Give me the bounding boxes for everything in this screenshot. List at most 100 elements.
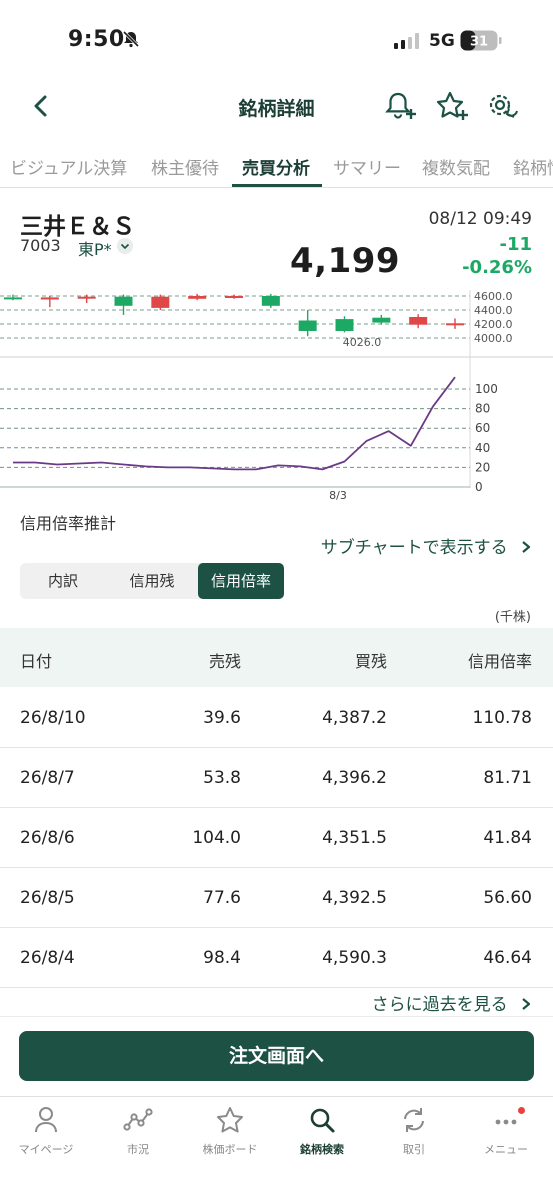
y-tick-label: 100 bbox=[475, 382, 498, 396]
star-add-icon[interactable] bbox=[435, 90, 469, 122]
tab-active-indicator bbox=[232, 184, 322, 187]
tab-trading-analysis[interactable]: 売買分析 bbox=[242, 154, 310, 179]
candle-body bbox=[114, 296, 133, 306]
cell-buy: 4,590.3 bbox=[322, 948, 387, 968]
cell-date: 26/8/4 bbox=[20, 948, 75, 968]
see-more-label: さらに過去を見る bbox=[371, 995, 508, 1015]
tab-stock-info[interactable]: 銘柄情 bbox=[513, 154, 553, 179]
more-icon bbox=[495, 1119, 517, 1125]
nav-trade[interactable]: 取引 bbox=[368, 1105, 460, 1157]
nav-stock-board[interactable]: 株価ボード bbox=[184, 1105, 276, 1157]
tab-multiple-quotes[interactable]: 複数気配 bbox=[422, 154, 490, 179]
cell-buy: 4,392.5 bbox=[322, 888, 387, 908]
header-sell-balance: 売残 bbox=[208, 652, 241, 671]
cell-ratio: 110.78 bbox=[472, 708, 532, 728]
subchart-label: 信用倍率推計 bbox=[20, 514, 117, 533]
cell-sell: 53.8 bbox=[203, 768, 241, 788]
y-tick-label: 4400.0 bbox=[474, 304, 513, 317]
candle-body bbox=[188, 296, 207, 299]
cell-date: 26/8/6 bbox=[20, 828, 75, 848]
price-and-ratio-chart[interactable]: 4600.04400.04200.04000.0 4026.0 100 80 60 40 2… bbox=[0, 290, 553, 500]
header-margin-ratio: 信用倍率 bbox=[467, 652, 532, 671]
price-change: -11 bbox=[499, 234, 532, 255]
margin-ratio-line bbox=[13, 376, 456, 471]
tab-bar: ビジュアル決算 株主優待 売買分析 サマリー 複数気配 銘柄情 bbox=[0, 142, 553, 188]
tab-summary[interactable]: サマリー bbox=[333, 154, 401, 179]
unit-label: (千株) bbox=[494, 610, 531, 625]
signal-icon bbox=[394, 33, 419, 49]
bottom-nav: マイページ 市況 株価ボード 銘柄検索 取引 メニュー bbox=[0, 1096, 553, 1200]
nav-label: 銘柄検索 bbox=[300, 1143, 344, 1156]
cell-date: 26/8/7 bbox=[20, 768, 75, 788]
battery-level: 31 bbox=[470, 35, 488, 50]
cell-sell: 39.6 bbox=[203, 708, 241, 728]
y-tick-label: 4600.0 bbox=[474, 290, 513, 303]
show-subchart-label: サブチャートで表示する bbox=[320, 538, 508, 558]
table-header: 日付 売残 買残 信用倍率 bbox=[0, 628, 553, 687]
bell-off-icon bbox=[122, 30, 140, 48]
order-screen-button[interactable]: 注文画面へ bbox=[19, 1031, 534, 1081]
segment-margin-ratio[interactable]: 信用倍率 bbox=[198, 563, 284, 599]
segment-margin-balance[interactable]: 信用残 bbox=[108, 563, 196, 599]
stock-code: 7003 bbox=[20, 236, 61, 255]
candle-body bbox=[298, 320, 317, 331]
order-bar: 注文画面へ bbox=[0, 1016, 553, 1096]
nav-stock-search[interactable]: 銘柄検索 bbox=[276, 1105, 368, 1157]
market-icon bbox=[123, 1108, 153, 1131]
table-row: 26/8/6 104.0 4,351.5 41.84 bbox=[0, 808, 553, 868]
battery-icon: 31 bbox=[460, 30, 502, 51]
tab-visual-earnings[interactable]: ビジュアル決算 bbox=[10, 154, 127, 179]
status-time: 9:50 bbox=[68, 27, 125, 52]
cell-ratio: 56.60 bbox=[483, 888, 532, 908]
candle-body bbox=[40, 297, 59, 300]
cell-sell: 104.0 bbox=[192, 828, 241, 848]
candle-body bbox=[372, 317, 391, 323]
y-tick-label: 60 bbox=[475, 421, 490, 435]
market-selector[interactable]: 東P* bbox=[78, 236, 112, 260]
show-subchart-link[interactable]: サブチャートで表示する bbox=[321, 533, 533, 558]
header-date: 日付 bbox=[20, 652, 53, 671]
tab-shareholder-benefits[interactable]: 株主優待 bbox=[151, 154, 219, 179]
current-price: 4,199 bbox=[290, 241, 401, 281]
network-type: 5G bbox=[429, 31, 455, 51]
page-title: 銘柄詳細 bbox=[238, 98, 315, 120]
candle-body bbox=[409, 317, 428, 325]
header-buy-balance: 買残 bbox=[354, 652, 387, 671]
y-tick-label: 40 bbox=[475, 441, 490, 455]
nav-menu[interactable]: メニュー bbox=[460, 1105, 552, 1157]
chevron-down-icon[interactable] bbox=[117, 238, 133, 254]
candle-body bbox=[151, 296, 170, 308]
candle-body bbox=[446, 323, 464, 326]
segment-breakdown[interactable]: 内訳 bbox=[20, 563, 106, 599]
nav-mypage[interactable]: マイページ bbox=[0, 1105, 92, 1157]
nav-label: 取引 bbox=[403, 1143, 425, 1156]
nav-header: 銘柄詳細 bbox=[0, 78, 553, 134]
nav-market[interactable]: 市況 bbox=[92, 1105, 184, 1157]
candle-body bbox=[225, 296, 243, 298]
nav-label: メニュー bbox=[484, 1143, 528, 1156]
cell-ratio: 81.71 bbox=[483, 768, 532, 788]
see-more-history-link[interactable]: さらに過去を見る bbox=[372, 990, 533, 1015]
person-icon bbox=[35, 1107, 57, 1133]
nav-label: 株価ボード bbox=[202, 1143, 258, 1156]
table-row: 26/8/7 53.8 4,396.2 81.71 bbox=[0, 748, 553, 808]
star-icon bbox=[217, 1107, 243, 1133]
y-tick-label: 4200.0 bbox=[474, 318, 513, 331]
cell-buy: 4,387.2 bbox=[322, 708, 387, 728]
candle-body bbox=[77, 296, 96, 299]
table-row: 26/8/10 39.6 4,387.2 110.78 bbox=[0, 688, 553, 748]
y-tick-label: 20 bbox=[475, 460, 490, 474]
notification-dot bbox=[518, 1107, 525, 1114]
candle-body bbox=[261, 296, 280, 306]
table-row: 26/8/4 98.4 4,590.3 46.64 bbox=[0, 928, 553, 988]
x-tick-label: 8/3 bbox=[329, 489, 347, 500]
candle-body bbox=[335, 319, 354, 331]
refresh-icon bbox=[404, 1108, 424, 1132]
cell-buy: 4,396.2 bbox=[322, 768, 387, 788]
cell-sell: 98.4 bbox=[203, 948, 241, 968]
nav-label: マイページ bbox=[18, 1143, 74, 1156]
bell-add-icon[interactable] bbox=[383, 90, 417, 122]
settings-sync-icon[interactable] bbox=[485, 90, 519, 122]
nav-label: 市況 bbox=[127, 1143, 149, 1156]
chevron-right-icon bbox=[522, 998, 531, 1010]
